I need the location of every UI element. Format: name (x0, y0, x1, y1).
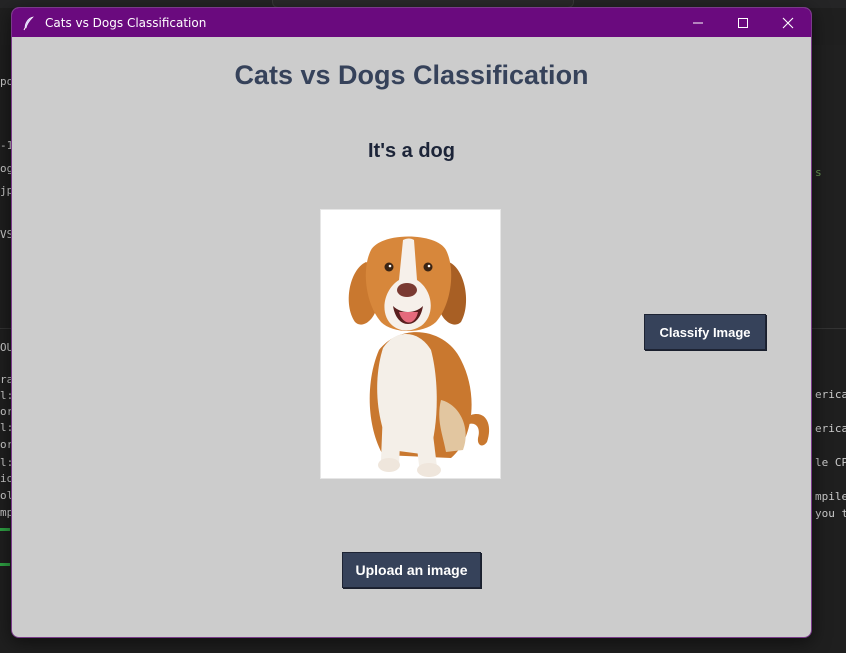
maximize-icon (738, 17, 748, 28)
close-icon (782, 17, 794, 28)
window-titlebar[interactable]: Cats vs Dogs Classification (12, 8, 811, 37)
minimize-icon (693, 22, 703, 23)
close-button[interactable] (765, 8, 811, 37)
feather-icon (23, 16, 34, 30)
upload-image-button[interactable]: Upload an image (342, 552, 481, 588)
classify-image-button[interactable]: Classify Image (644, 314, 766, 350)
window-title: Cats vs Dogs Classification (45, 15, 207, 30)
classification-result: It's a dog (368, 140, 455, 162)
terminal-fragment: le CPU (815, 456, 846, 469)
uploaded-image (320, 209, 501, 479)
maximize-button[interactable] (720, 8, 766, 37)
dog-image (348, 236, 490, 477)
minimize-button[interactable] (675, 8, 721, 37)
terminal-fragment: you tr (815, 507, 846, 520)
terminal-green-marker (0, 563, 10, 566)
app-heading: Cats vs Dogs Classification (234, 60, 589, 90)
terminal-green-marker (0, 528, 10, 531)
terminal-fragment: erical (815, 422, 846, 435)
classifier-window: Cats vs Dogs Classification Cats vs Dogs… (11, 7, 812, 638)
terminal-fragment: erical (815, 388, 846, 401)
terminal-fragment: mpiler (815, 490, 846, 503)
terminal-fragment: s (815, 166, 822, 179)
editor-right-panel (810, 45, 846, 330)
